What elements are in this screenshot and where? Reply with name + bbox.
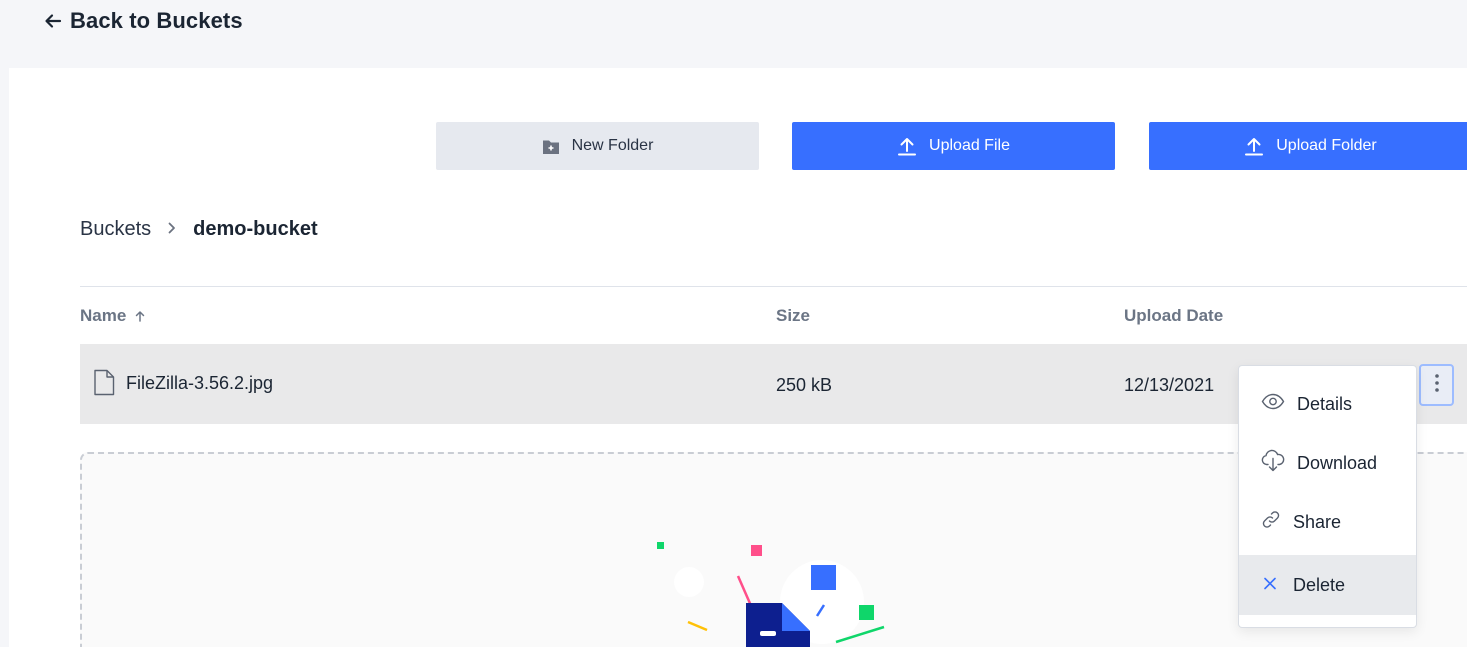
new-folder-button[interactable]: New Folder: [436, 122, 759, 170]
breadcrumb-current: demo-bucket: [193, 218, 318, 240]
top-bar: Back to Buckets: [0, 0, 1467, 68]
arrow-left-icon: [44, 12, 62, 30]
menu-item-label: Share: [1293, 511, 1342, 532]
upload-file-button[interactable]: Upload File: [792, 122, 1115, 170]
more-actions-button[interactable]: [1419, 364, 1454, 406]
back-to-buckets-link[interactable]: Back to Buckets: [44, 8, 243, 34]
kebab-menu-icon: [1434, 373, 1440, 398]
menu-item-label: Download: [1297, 452, 1378, 473]
file-name: FileZilla-3.56.2.jpg: [126, 373, 274, 393]
eye-icon: [1261, 393, 1285, 415]
upload-icon: [1244, 136, 1264, 156]
folder-plus-icon: [542, 138, 560, 155]
close-icon: [1263, 575, 1277, 596]
file-size: 250 kB: [776, 375, 833, 395]
back-link-label: Back to Buckets: [70, 8, 243, 33]
sort-arrow-up-icon: [135, 307, 145, 327]
menu-item-download[interactable]: Download: [1239, 433, 1416, 493]
column-header-size[interactable]: Size: [776, 306, 810, 326]
file-actions-menu: Details Download Share Delete: [1238, 365, 1417, 628]
table-divider: [80, 286, 1467, 287]
upload-folder-label: Upload Folder: [1276, 137, 1377, 154]
menu-item-label: Details: [1297, 393, 1353, 414]
cloud-download-icon: [1261, 449, 1285, 477]
empty-state-illustration: [602, 524, 915, 647]
upload-file-label: Upload File: [929, 137, 1010, 154]
upload-folder-button[interactable]: Upload Folder: [1149, 122, 1467, 170]
upload-icon: [897, 136, 917, 156]
chevron-right-icon: [167, 219, 177, 240]
file-upload-date: 12/13/2021: [1124, 375, 1215, 395]
column-header-upload-date[interactable]: Upload Date: [1124, 306, 1223, 326]
column-header-name-label: Name: [80, 306, 127, 325]
menu-item-details[interactable]: Details: [1239, 374, 1416, 434]
file-icon: [93, 369, 115, 401]
breadcrumb-buckets-link[interactable]: Buckets: [80, 218, 151, 241]
breadcrumb: Buckets demo-bucket: [80, 218, 318, 241]
menu-item-share[interactable]: Share: [1239, 492, 1416, 552]
link-icon: [1261, 510, 1281, 535]
menu-item-delete[interactable]: Delete: [1239, 555, 1416, 615]
menu-item-label: Delete: [1293, 574, 1346, 595]
column-header-name[interactable]: Name: [80, 306, 145, 327]
new-folder-label: New Folder: [571, 137, 654, 154]
